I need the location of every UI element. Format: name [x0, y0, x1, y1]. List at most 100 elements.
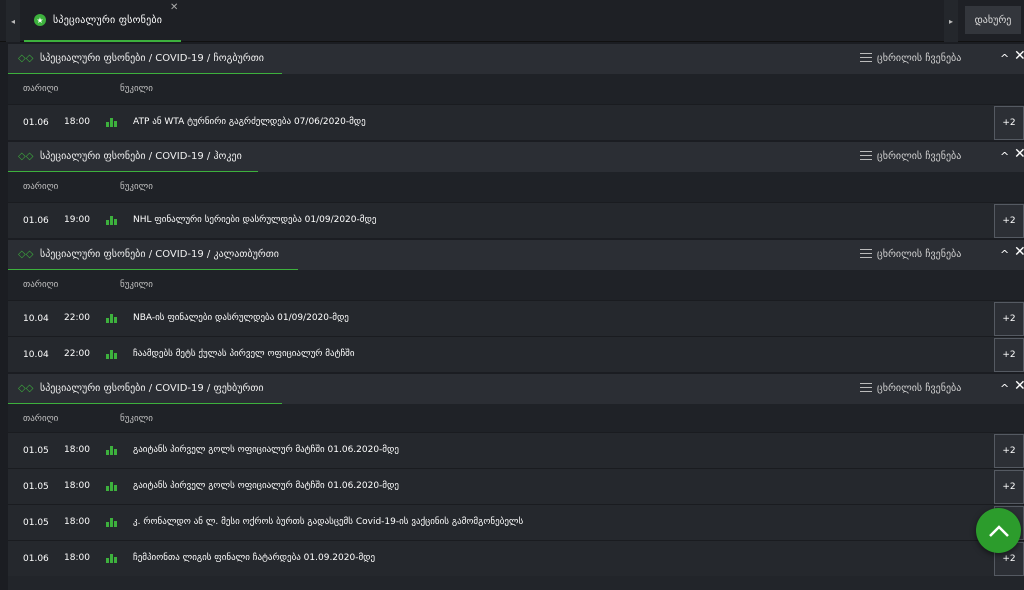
- list-view-icon[interactable]: [860, 53, 872, 63]
- column-event: ნუკილი: [120, 182, 153, 192]
- section-title: სპეციალური ფსონები / COVID-19 / ჰოკეი: [40, 151, 242, 162]
- list-view-icon[interactable]: [860, 249, 872, 259]
- event-time: 18:00: [64, 481, 90, 491]
- event-time: 22:00: [64, 313, 90, 323]
- event-name: გაიტანს პირველ გოლს ოფიციალურ მატჩში 01.…: [133, 481, 399, 491]
- event-name: კ. რონალდო ან ლ. მესი ოქროს ბურთს გადასც…: [133, 517, 524, 527]
- stats-icon[interactable]: [106, 481, 118, 491]
- event-name: NBA-ის ფინალები დასრულდება 01/09/2020-მდ…: [133, 313, 349, 323]
- event-date: 10.04: [23, 350, 49, 360]
- event-time: 18:00: [64, 553, 90, 563]
- event-row[interactable]: 01.05 18:00 კ. რონალდო ან ლ. მესი ოქროს …: [8, 504, 1024, 540]
- event-name: NHL ფინალური სერიები დასრულდება 01/09/20…: [133, 215, 377, 225]
- collapse-chevron-icon[interactable]: ^: [1000, 248, 1009, 261]
- close-all-button[interactable]: დახურე: [965, 6, 1021, 34]
- list-view-icon[interactable]: [860, 151, 872, 161]
- column-header: თარიღი ნუკილი: [8, 74, 1024, 104]
- column-time: თარიღი: [23, 182, 59, 192]
- scroll-left-arrow-icon[interactable]: ◂: [6, 0, 20, 42]
- column-time: თარიღი: [23, 280, 59, 290]
- tab-label: სპეციალური ფსონები: [53, 14, 163, 26]
- section-title: სპეციალური ფსონები / COVID-19 / ჩოგბურთი: [40, 53, 264, 64]
- event-name: ATP ან WTA ტურნირი გაგრძელდება 07/06/202…: [133, 117, 366, 127]
- list-view-button[interactable]: ცხრილის ჩვენება: [877, 151, 961, 162]
- event-row[interactable]: 10.04 22:00 NBA-ის ფინალები დასრულდება 0…: [8, 300, 1024, 336]
- event-section-tennis: ◇◇ სპეციალური ფსონები / COVID-19 / ჩოგბუ…: [8, 44, 1024, 140]
- more-markets-button[interactable]: +2: [994, 338, 1024, 372]
- more-markets-button[interactable]: +2: [994, 302, 1024, 336]
- event-date: 01.05: [23, 518, 49, 528]
- diamond-icon: ◇◇: [18, 151, 34, 162]
- stats-icon[interactable]: [106, 215, 118, 225]
- list-view-button[interactable]: ცხრილის ჩვენება: [877, 53, 961, 64]
- section-header[interactable]: ◇◇ სპეციალური ფსონები / COVID-19 / ჩოგბუ…: [8, 44, 1024, 75]
- event-time: 19:00: [64, 215, 90, 225]
- column-event: ნუკილი: [120, 84, 153, 94]
- collapse-chevron-icon[interactable]: ^: [1000, 382, 1009, 395]
- event-row[interactable]: 01.06 19:00 NHL ფინალური სერიები დასრულდ…: [8, 202, 1024, 238]
- section-close-icon[interactable]: ✕: [1014, 48, 1024, 64]
- tab-bar: ◂ ★ სპეციალური ფსონები ✕ ▸ დახურე: [0, 0, 1024, 42]
- event-section-football: ◇◇ სპეციალური ფსონები / COVID-19 / ფეხბუ…: [8, 374, 1024, 590]
- more-markets-button[interactable]: +2: [994, 470, 1024, 504]
- event-time: 18:00: [64, 117, 90, 127]
- event-section-basketball: ◇◇ სპეციალური ფსონები / COVID-19 / კალათ…: [8, 240, 1024, 372]
- diamond-icon: ◇◇: [18, 53, 34, 64]
- event-section-hockey: ◇◇ სპეციალური ფსონები / COVID-19 / ჰოკეი…: [8, 142, 1024, 238]
- diamond-icon: ◇◇: [18, 383, 34, 394]
- stats-icon[interactable]: [106, 313, 118, 323]
- column-event: ნუკილი: [120, 280, 153, 290]
- event-row[interactable]: 01.06 18:00 ჩემპიონთა ლიგის ფინალი ჩატარ…: [8, 540, 1024, 576]
- scroll-right-arrow-icon[interactable]: ▸: [944, 0, 958, 42]
- diamond-icon: ◇◇: [18, 249, 34, 260]
- list-view-button[interactable]: ცხრილის ჩვენება: [877, 249, 961, 260]
- event-name: ჩემპიონთა ლიგის ფინალი ჩატარდება 01.09.2…: [133, 553, 376, 563]
- column-event: ნუკილი: [120, 414, 153, 424]
- section-header[interactable]: ◇◇ სპეციალური ფსონები / COVID-19 / ფეხბუ…: [8, 374, 1024, 405]
- section-title: სპეციალური ფსონები / COVID-19 / ფეხბურთი: [40, 383, 264, 394]
- event-date: 01.06: [23, 216, 49, 226]
- column-header: თარიღი ნუკილი: [8, 404, 1024, 434]
- event-date: 01.05: [23, 446, 49, 456]
- section-header[interactable]: ◇◇ სპეციალური ფსონები / COVID-19 / კალათ…: [8, 240, 1024, 271]
- event-date: 01.06: [23, 554, 49, 564]
- event-row[interactable]: 10.04 22:00 ჩაამდებს მეტს ქულას პირველ ო…: [8, 336, 1024, 372]
- section-close-icon[interactable]: ✕: [1014, 378, 1024, 394]
- scroll-to-top-button[interactable]: [976, 508, 1021, 553]
- more-markets-button[interactable]: +2: [994, 204, 1024, 238]
- tab-special-bets[interactable]: ★ სპეციალური ფსონები: [24, 0, 181, 42]
- star-icon: ★: [34, 14, 46, 26]
- list-view-icon[interactable]: [860, 383, 872, 393]
- chevron-up-icon: [988, 524, 1009, 537]
- stats-icon[interactable]: [106, 445, 118, 455]
- column-time: თარიღი: [23, 414, 59, 424]
- stats-icon[interactable]: [106, 349, 118, 359]
- section-close-icon[interactable]: ✕: [1014, 146, 1024, 162]
- column-header: თარიღი ნუკილი: [8, 270, 1024, 300]
- list-view-button[interactable]: ცხრილის ჩვენება: [877, 383, 961, 394]
- stats-icon[interactable]: [106, 117, 118, 127]
- more-markets-button[interactable]: +2: [994, 106, 1024, 140]
- column-header: თარიღი ნუკილი: [8, 172, 1024, 202]
- more-markets-button[interactable]: +2: [994, 434, 1024, 468]
- event-date: 10.04: [23, 314, 49, 324]
- event-time: 18:00: [64, 445, 90, 455]
- event-date: 01.05: [23, 482, 49, 492]
- collapse-chevron-icon[interactable]: ^: [1000, 150, 1009, 163]
- stats-icon[interactable]: [106, 517, 118, 527]
- section-title: სპეციალური ფსონები / COVID-19 / კალათბურ…: [40, 249, 279, 260]
- column-time: თარიღი: [23, 84, 59, 94]
- event-date: 01.06: [23, 118, 49, 128]
- section-close-icon[interactable]: ✕: [1014, 244, 1024, 260]
- stats-icon[interactable]: [106, 553, 118, 563]
- section-header[interactable]: ◇◇ სპეციალური ფსონები / COVID-19 / ჰოკეი…: [8, 142, 1024, 173]
- event-name: ჩაამდებს მეტს ქულას პირველ ოფიციალურ მატ…: [133, 349, 355, 359]
- event-row[interactable]: 01.05 18:00 გაიტანს პირველ გოლს ოფიციალუ…: [8, 468, 1024, 504]
- collapse-chevron-icon[interactable]: ^: [1000, 52, 1009, 65]
- event-name: გაიტანს პირველ გოლს ოფიციალურ მატჩში 01.…: [133, 445, 399, 455]
- event-time: 22:00: [64, 349, 90, 359]
- event-row[interactable]: 01.05 18:00 გაიტანს პირველ გოლს ოფიციალუ…: [8, 432, 1024, 468]
- event-time: 18:00: [64, 517, 90, 527]
- event-row[interactable]: 01.06 18:00 ATP ან WTA ტურნირი გაგრძელდე…: [8, 104, 1024, 140]
- tab-close-icon[interactable]: ✕: [170, 2, 178, 13]
